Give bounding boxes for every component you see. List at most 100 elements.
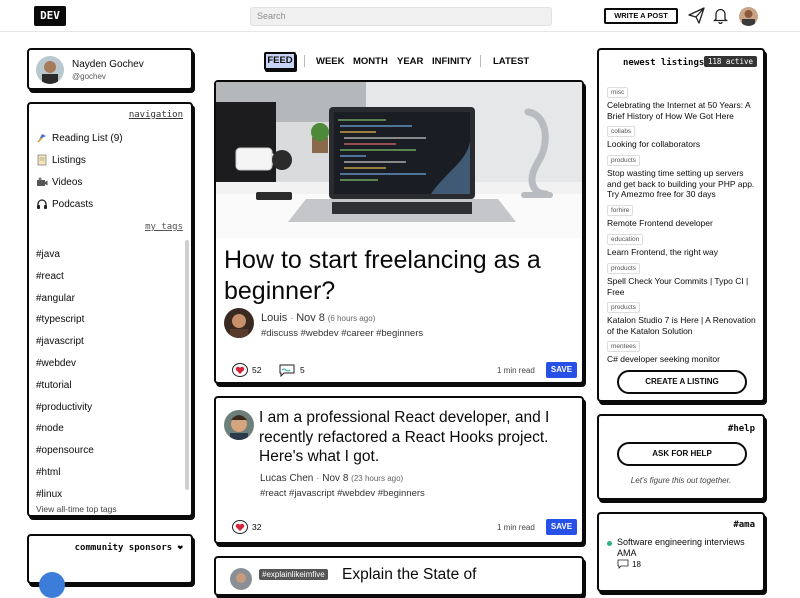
user-avatar[interactable] bbox=[739, 7, 758, 26]
sidebar-item-podcasts[interactable]: Podcasts bbox=[36, 198, 93, 210]
ama-comments[interactable]: 18 bbox=[617, 559, 641, 569]
listing-title[interactable]: Celebrating the Internet at 50 Years: A … bbox=[607, 100, 759, 121]
tab-divider bbox=[304, 55, 305, 67]
listing-title[interactable]: Stop wasting time setting up servers and… bbox=[607, 168, 759, 200]
tag-item[interactable]: #java bbox=[36, 244, 186, 266]
article-card[interactable]: I am a professional React developer, and… bbox=[214, 396, 584, 544]
listing-item[interactable]: misc Celebrating the Internet at 50 Years… bbox=[607, 81, 759, 121]
sidebar-item-label: Videos bbox=[52, 176, 83, 188]
tag-item[interactable]: #webdev bbox=[36, 353, 186, 375]
tag-item[interactable]: #productivity bbox=[36, 397, 186, 419]
sidebar-navigation: navigation Reading List (9) Listings Vid… bbox=[27, 102, 193, 517]
tag-item[interactable]: #linux bbox=[36, 484, 186, 506]
listing-item[interactable]: mentees C# developer seeking monitor bbox=[607, 335, 759, 365]
tab-year[interactable]: YEAR bbox=[397, 55, 423, 69]
tab-month[interactable]: MONTH bbox=[353, 55, 388, 69]
comments-count[interactable]: 5 bbox=[278, 363, 305, 377]
listing-item[interactable]: products Stop wasting time setting up ser… bbox=[607, 149, 759, 200]
listing-item[interactable]: forhire Remote Frontend developer bbox=[607, 199, 759, 229]
listing-category: misc bbox=[607, 87, 629, 98]
listing-item[interactable]: collabs Looking for collaborators bbox=[607, 120, 759, 150]
ama-item-title[interactable]: Software engineering interviews AMA bbox=[617, 537, 761, 559]
author-avatar[interactable] bbox=[230, 568, 252, 590]
ama-title[interactable]: #ama bbox=[733, 520, 755, 530]
listing-title[interactable]: C# developer seeking monitor bbox=[607, 354, 759, 365]
all-top-tags-link[interactable]: View all-time top tags bbox=[36, 504, 117, 514]
sidebar-item-label: Podcasts bbox=[52, 198, 94, 210]
tag-item[interactable]: #javascript bbox=[36, 331, 186, 353]
tags-scrollbar[interactable] bbox=[185, 240, 189, 490]
listing-title[interactable]: Remote Frontend developer bbox=[607, 218, 759, 229]
tag-item[interactable]: #react bbox=[36, 266, 186, 288]
listing-category: collabs bbox=[607, 126, 636, 137]
article-tags[interactable]: #react #javascript #webdev #beginners bbox=[260, 488, 425, 499]
post-ago: (23 hours ago) bbox=[351, 474, 404, 483]
bell-icon[interactable] bbox=[713, 7, 728, 24]
read-time: 1 min read bbox=[497, 366, 535, 375]
post-date: Nov 8 bbox=[322, 473, 349, 484]
tab-latest[interactable]: LATEST bbox=[493, 55, 529, 69]
article-cover-image[interactable] bbox=[216, 82, 582, 238]
create-listing-button[interactable]: CREATE A LISTING bbox=[617, 370, 747, 394]
listing-title[interactable]: Katalon Studio 7 is Here | A Renovation … bbox=[607, 315, 759, 336]
article-title[interactable]: How to start freelancing as a beginner? bbox=[224, 245, 580, 307]
listing-item[interactable]: products Katalon Studio 7 is Here | A Ren… bbox=[607, 296, 759, 336]
author-avatar[interactable] bbox=[224, 410, 254, 440]
comment-icon bbox=[279, 364, 295, 377]
help-title[interactable]: #help bbox=[728, 424, 755, 434]
bookmark-icon bbox=[36, 132, 48, 144]
my-tags-title[interactable]: my_tags bbox=[145, 222, 183, 232]
tag-item[interactable]: #angular bbox=[36, 288, 186, 310]
sponsors-title: community sponsors ❤ bbox=[74, 543, 183, 553]
newest-listings: newest listings 118 active misc Celebrati… bbox=[597, 48, 765, 402]
save-button[interactable]: SAVE bbox=[546, 519, 577, 535]
author-avatar[interactable] bbox=[224, 308, 254, 338]
sidebar-item-videos[interactable]: Videos bbox=[36, 176, 82, 188]
listing-item[interactable]: education Learn Frontend, the right way bbox=[607, 228, 759, 258]
dev-logo[interactable]: DEV bbox=[34, 6, 66, 26]
reactions-count[interactable]: 52 bbox=[232, 363, 261, 377]
reactions-count[interactable]: 32 bbox=[232, 520, 261, 534]
save-button[interactable]: SAVE bbox=[546, 362, 577, 378]
article-title[interactable]: Explain the State of bbox=[342, 566, 476, 584]
navigation-title: navigation bbox=[128, 110, 183, 120]
article-tags[interactable]: #discuss #webdev #career #beginners bbox=[261, 328, 423, 339]
heart-icon bbox=[232, 520, 248, 534]
tag-list: #java #react #angular #typescript #javas… bbox=[36, 244, 186, 506]
send-icon[interactable] bbox=[688, 7, 705, 24]
tag-item[interactable]: #html bbox=[36, 462, 186, 484]
profile-name: Nayden Gochev bbox=[72, 59, 144, 70]
search-input[interactable]: Search bbox=[250, 7, 552, 26]
ask-for-help-button[interactable]: ASK FOR HELP bbox=[617, 442, 747, 466]
tab-week[interactable]: WEEK bbox=[316, 55, 345, 69]
post-date: Nov 8 bbox=[296, 312, 325, 324]
listing-category: products bbox=[607, 155, 640, 166]
tag-item[interactable]: #tutorial bbox=[36, 375, 186, 397]
listing-title[interactable]: Looking for collaborators bbox=[607, 139, 759, 150]
top-bar: DEV Search WRITE A POST bbox=[0, 0, 800, 32]
sidebar-item-label: Reading List (9) bbox=[52, 132, 123, 144]
listing-title[interactable]: Learn Frontend, the right way bbox=[607, 247, 759, 258]
tag-item[interactable]: #opensource bbox=[36, 440, 186, 462]
listing-category: products bbox=[607, 263, 640, 274]
listing-item[interactable]: products Spell Check Your Commits | Typo … bbox=[607, 257, 759, 297]
article-title[interactable]: I am a professional React developer, and… bbox=[259, 408, 577, 467]
profile-card[interactable]: Nayden Gochev @gochev bbox=[27, 48, 193, 90]
write-post-button[interactable]: WRITE A POST bbox=[604, 8, 678, 24]
ama-widget: #ama Software engineering interviews AMA… bbox=[597, 512, 765, 592]
tag-item[interactable]: #node bbox=[36, 418, 186, 440]
tab-feed[interactable]: FEED bbox=[264, 52, 296, 70]
author-name[interactable]: Louis bbox=[261, 312, 287, 324]
tab-infinity[interactable]: INFINITY bbox=[432, 55, 472, 69]
article-card[interactable]: #explainlikeimfive Explain the State of bbox=[214, 556, 584, 596]
ama-comments-count: 18 bbox=[632, 559, 641, 569]
listing-category: mentees bbox=[607, 341, 640, 352]
sidebar-item-listings[interactable]: Listings bbox=[36, 154, 86, 166]
author-name[interactable]: Lucas Chen bbox=[260, 473, 313, 484]
sidebar-item-reading-list[interactable]: Reading List (9) bbox=[36, 132, 123, 144]
article-card[interactable]: How to start freelancing as a beginner? … bbox=[214, 80, 584, 384]
listing-title[interactable]: Spell Check Your Commits | Typo CI | Fre… bbox=[607, 276, 759, 297]
tag-item[interactable]: #typescript bbox=[36, 309, 186, 331]
listing-category: education bbox=[607, 234, 644, 245]
article-flare-tag[interactable]: #explainlikeimfive bbox=[259, 569, 328, 580]
